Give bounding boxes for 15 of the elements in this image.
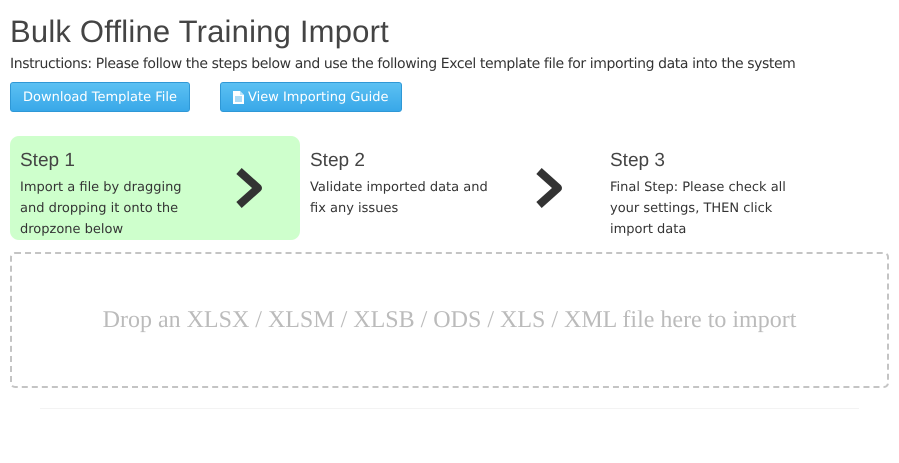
- dropzone-text: Drop an XLSX / XLSM / XLSB / ODS / XLS / XML file here to import: [102, 306, 796, 334]
- step-description: Validate imported data and fix any issues: [310, 179, 488, 218]
- dropzone[interactable]: Drop an XLSX / XLSM / XLSB / ODS / XLS / XML file here to import: [10, 252, 889, 388]
- page-title: Bulk Offline Training Import: [10, 14, 390, 50]
- step-title: Step 1: [20, 150, 76, 172]
- view-guide-button[interactable]: View Importing Guide: [220, 82, 402, 112]
- download-button[interactable]: Download Template File: [10, 82, 190, 112]
- step-description: Final Step: Please check all your settings, THEN click import data: [610, 179, 787, 239]
- document-icon: [232, 90, 244, 104]
- chevron-icon: [534, 167, 564, 209]
- step-title: Step 2: [310, 150, 366, 172]
- chevron-icon: [234, 167, 264, 209]
- instructions-text: Instructions: Please follow the steps below and use the following Excel template file for importing data into the system: [10, 56, 796, 72]
- step-title: Step 3: [610, 150, 666, 172]
- step-description: Import a file by dragging and dropping it onto the dropzone below: [20, 179, 183, 239]
